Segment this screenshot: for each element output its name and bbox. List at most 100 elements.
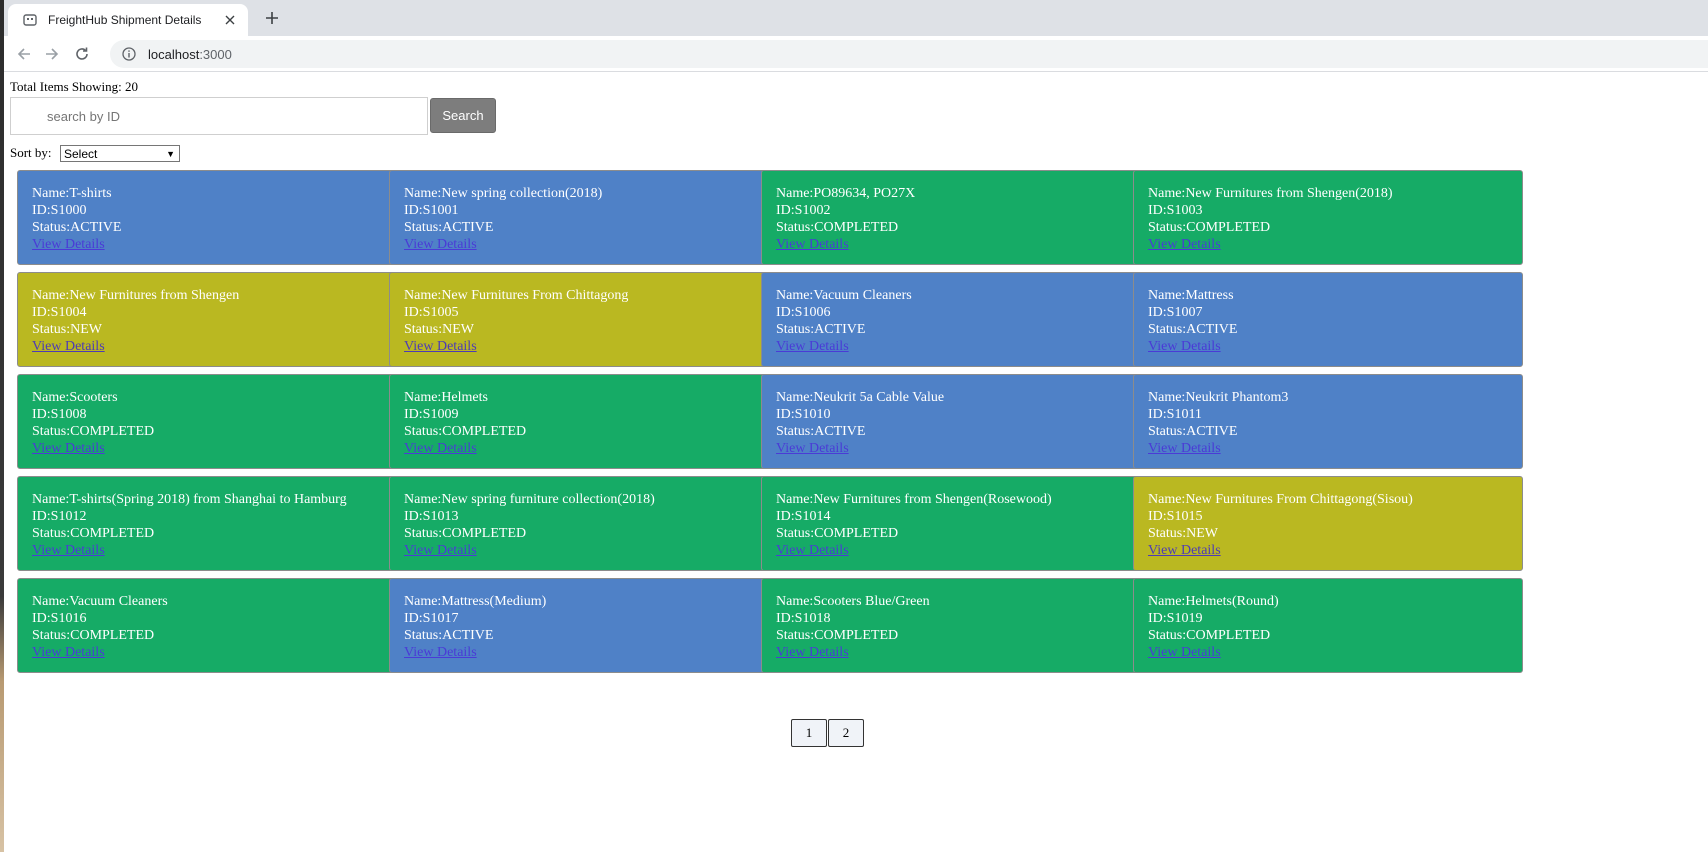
view-details-link[interactable]: View Details xyxy=(1148,441,1221,456)
shipment-status: Status:COMPLETED xyxy=(32,526,155,541)
shipment-name: Name:New Furnitures from Shengen(2018) xyxy=(1148,186,1393,201)
shipment-status: Status:COMPLETED xyxy=(1148,220,1271,235)
shipment-grid: Name:T-shirts ID:S1000 Status:ACTIVE View D… xyxy=(17,170,1629,673)
forward-arrow-icon[interactable] xyxy=(42,44,62,64)
shipment-id: ID:S1004 xyxy=(32,305,87,320)
shipment-id: ID:S1009 xyxy=(404,407,459,422)
view-details-link[interactable]: View Details xyxy=(32,645,105,660)
view-details-link[interactable]: View Details xyxy=(1148,237,1221,252)
shipment-card: Name:New Furnitures from Shengen ID:S1004… xyxy=(17,272,407,367)
shipment-card: Name:New Furnitures From Chittagong(Siso… xyxy=(1133,476,1523,571)
shipment-card: Name:Mattress(Medium) ID:S1017 Status:ACTI… xyxy=(389,578,779,673)
shipment-card: Name:Neukrit 5a Cable Value ID:S1010 Statu… xyxy=(761,374,1151,469)
url-host: localhost xyxy=(148,46,200,62)
view-details-link[interactable]: View Details xyxy=(404,237,477,252)
view-details-link[interactable]: View Details xyxy=(32,543,105,558)
shipment-status: Status:COMPLETED xyxy=(776,628,899,643)
shipment-status: Status:COMPLETED xyxy=(404,526,527,541)
new-tab-plus-icon[interactable] xyxy=(262,8,282,28)
shipment-name: Name:Mattress(Medium) xyxy=(404,594,547,609)
site-info-icon[interactable] xyxy=(122,47,136,61)
shipment-name: Name:New Furnitures From Chittagong(Siso… xyxy=(1148,492,1413,507)
shipment-id: ID:S1012 xyxy=(32,509,87,524)
view-details-link[interactable]: View Details xyxy=(776,339,849,354)
shipment-card: Name:New Furnitures from Shengen(2018) ID… xyxy=(1133,170,1523,265)
view-details-link[interactable]: View Details xyxy=(404,543,477,558)
shipment-card: Name:Helmets(Round) ID:S1019 Status:COMPLE… xyxy=(1133,578,1523,673)
back-arrow-icon[interactable] xyxy=(14,44,34,64)
shipment-card: Name:New Furnitures From Chittagong ID:S1… xyxy=(389,272,779,367)
shipment-id: ID:S1002 xyxy=(776,203,831,218)
reload-icon[interactable] xyxy=(72,44,92,64)
shipment-card: Name:Neukrit Phantom3 ID:S1011 Status:ACTI… xyxy=(1133,374,1523,469)
dropdown-arrow-icon: ▼ xyxy=(166,149,175,159)
view-details-link[interactable]: View Details xyxy=(404,339,477,354)
browser-tab[interactable]: FreightHub Shipment Details xyxy=(8,4,248,36)
view-details-link[interactable]: View Details xyxy=(1148,339,1221,354)
shipment-status: Status:COMPLETED xyxy=(32,628,155,643)
shipment-name: Name:Vacuum Cleaners xyxy=(32,594,168,609)
shipment-id: ID:S1018 xyxy=(776,611,831,626)
sort-selected-value: Select xyxy=(64,146,98,161)
shipment-name: Name:New Furnitures from Shengen xyxy=(32,288,240,303)
shipment-status: Status:ACTIVE xyxy=(1148,322,1238,337)
shipment-id: ID:S1001 xyxy=(404,203,459,218)
shipment-name: Name:Vacuum Cleaners xyxy=(776,288,912,303)
browser-toolbar: localhost:3000 xyxy=(0,36,1708,72)
page-button-1[interactable]: 1 xyxy=(791,719,827,747)
shipment-name: Name:Neukrit Phantom3 xyxy=(1148,390,1289,405)
shipment-card: Name:New spring furniture collection(201… xyxy=(389,476,779,571)
url-port: :3000 xyxy=(199,46,232,62)
shipment-id: ID:S1011 xyxy=(1148,407,1202,422)
shipment-id: ID:S1008 xyxy=(32,407,87,422)
shipment-status: Status:ACTIVE xyxy=(776,424,866,439)
url-text: localhost:3000 xyxy=(148,47,232,62)
shipment-status: Status:COMPLETED xyxy=(776,220,899,235)
view-details-link[interactable]: View Details xyxy=(32,441,105,456)
view-details-link[interactable]: View Details xyxy=(776,543,849,558)
shipment-id: ID:S1003 xyxy=(1148,203,1203,218)
view-details-link[interactable]: View Details xyxy=(404,645,477,660)
shipment-name: Name:Mattress xyxy=(1148,288,1234,303)
view-details-link[interactable]: View Details xyxy=(32,339,105,354)
shipment-status: Status:ACTIVE xyxy=(776,322,866,337)
shipment-id: ID:S1014 xyxy=(776,509,831,524)
shipment-card: Name:New Furnitures from Shengen(Rosewoo… xyxy=(761,476,1151,571)
shipment-status: Status:COMPLETED xyxy=(32,424,155,439)
close-tab-icon[interactable] xyxy=(222,12,238,28)
view-details-link[interactable]: View Details xyxy=(1148,543,1221,558)
page-button-2[interactable]: 2 xyxy=(828,719,864,747)
shipment-name: Name:Helmets(Round) xyxy=(1148,594,1279,609)
shipment-card: Name:New spring collection(2018) ID:S1001… xyxy=(389,170,779,265)
search-button[interactable]: Search xyxy=(430,98,496,133)
shipment-status: Status:NEW xyxy=(404,322,474,337)
view-details-link[interactable]: View Details xyxy=(32,237,105,252)
shipment-id: ID:S1007 xyxy=(1148,305,1203,320)
shipment-name: Name:Scooters Blue/Green xyxy=(776,594,930,609)
desktop-background xyxy=(0,0,4,852)
address-bar[interactable]: localhost:3000 xyxy=(110,40,1708,68)
search-input[interactable] xyxy=(10,97,428,135)
shipment-name: Name:New Furnitures from Shengen(Rosewoo… xyxy=(776,492,1052,507)
shipment-status: Status:ACTIVE xyxy=(404,628,494,643)
shipment-status: Status:COMPLETED xyxy=(404,424,527,439)
shipment-card: Name:Mattress ID:S1007 Status:ACTIVE View D… xyxy=(1133,272,1523,367)
shipment-card: Name:PO89634, PO27X ID:S1002 Status:COMPLE… xyxy=(761,170,1151,265)
shipment-id: ID:S1019 xyxy=(1148,611,1203,626)
tab-title: FreightHub Shipment Details xyxy=(48,13,202,27)
shipment-status: Status:NEW xyxy=(32,322,102,337)
sort-select[interactable]: Select ▼ xyxy=(60,145,180,162)
shipment-card: Name:T-shirts(Spring 2018) from Shanghai… xyxy=(17,476,407,571)
page-content: Total Items Showing: 20 Search Sort by: … xyxy=(4,73,1708,852)
shipment-card: Name:T-shirts ID:S1000 Status:ACTIVE View D… xyxy=(17,170,407,265)
view-details-link[interactable]: View Details xyxy=(404,441,477,456)
shipment-id: ID:S1013 xyxy=(404,509,459,524)
view-details-link[interactable]: View Details xyxy=(776,645,849,660)
shipment-id: ID:S1006 xyxy=(776,305,831,320)
shipment-status: Status:ACTIVE xyxy=(1148,424,1238,439)
view-details-link[interactable]: View Details xyxy=(776,237,849,252)
page-favicon-icon xyxy=(22,12,38,28)
view-details-link[interactable]: View Details xyxy=(1148,645,1221,660)
view-details-link[interactable]: View Details xyxy=(776,441,849,456)
pagination: 12 xyxy=(791,719,864,747)
